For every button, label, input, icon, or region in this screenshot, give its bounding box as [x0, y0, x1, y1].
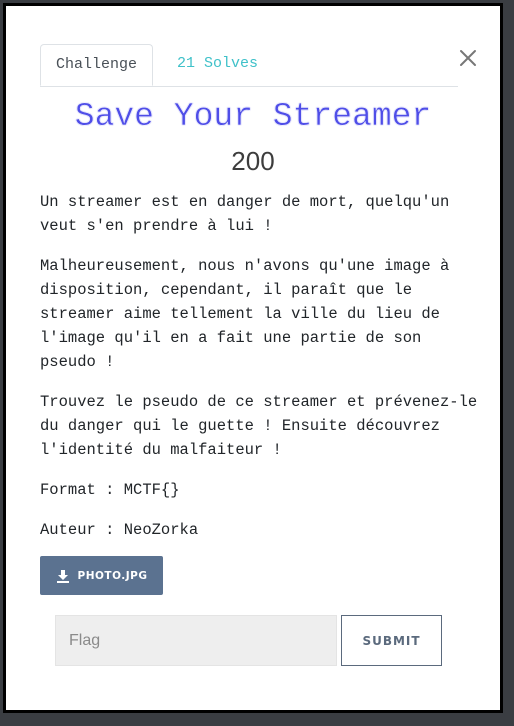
flag-input[interactable]: [55, 615, 337, 666]
submit-button[interactable]: SUBMIT: [341, 615, 442, 666]
close-button[interactable]: [456, 46, 480, 70]
tab-solves[interactable]: 21 Solves: [162, 44, 273, 85]
download-file-label: PHOTO.JPG: [77, 569, 148, 582]
tab-bar: Challenge 21 Solves: [40, 44, 458, 87]
download-icon: [56, 569, 69, 583]
challenge-points: 200: [231, 146, 275, 176]
description-paragraph: Trouvez le pseudo de ce streamer et prév…: [40, 393, 478, 459]
format-line: Format : MCTF{}: [40, 481, 180, 499]
description-paragraph: Un streamer est en danger de mort, quelq…: [40, 193, 450, 235]
challenge-description: Un streamer est en danger de mort, quelq…: [40, 190, 480, 558]
close-icon: [460, 50, 476, 66]
download-file-button[interactable]: PHOTO.JPG: [40, 556, 163, 595]
description-paragraph: Malheureusement, nous n'avons qu'une ima…: [40, 257, 450, 371]
tab-challenge[interactable]: Challenge: [40, 44, 154, 86]
challenge-title: Save Your Streamer: [74, 98, 432, 135]
challenge-modal: Challenge 21 Solves Save Your Streamer 2…: [3, 3, 503, 713]
author-line: Auteur : NeoZorka: [40, 521, 199, 539]
